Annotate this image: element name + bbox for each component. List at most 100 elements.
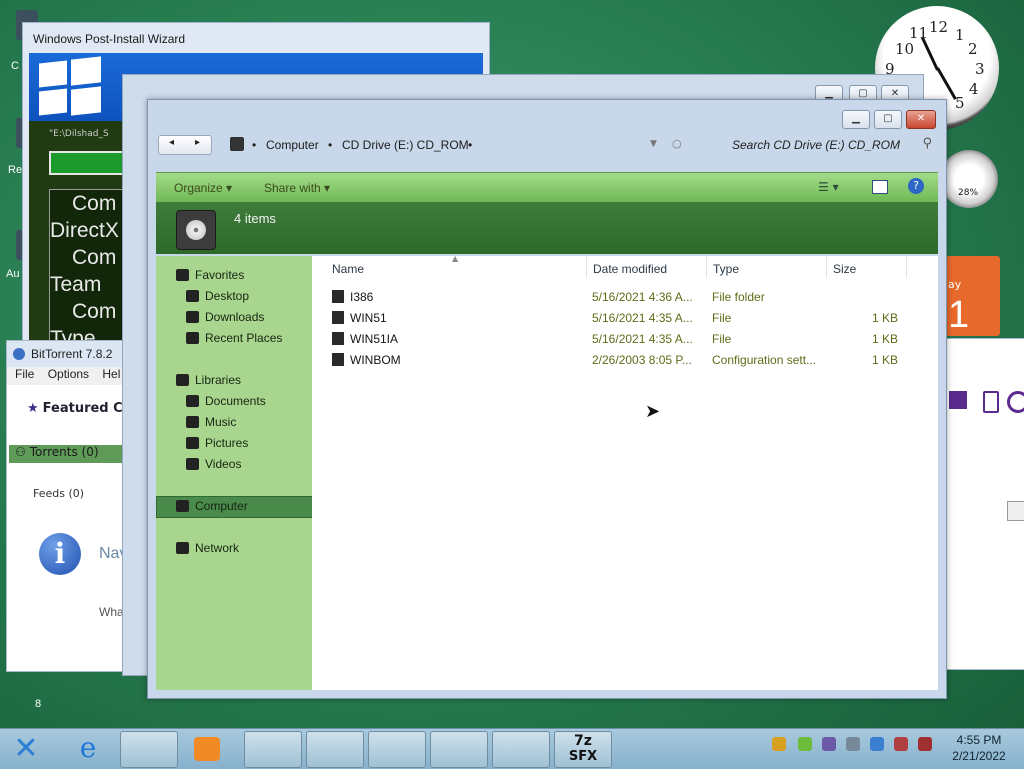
clock-hour-hand (920, 36, 939, 71)
organize-button[interactable]: Organize ▾ (174, 181, 232, 195)
cd-drive-small-icon (230, 137, 244, 151)
gear-icon[interactable] (1007, 391, 1024, 413)
clock-number: 10 (895, 40, 915, 58)
star-icon: ★ (27, 401, 39, 416)
forward-arrow-icon[interactable]: ▸ (195, 137, 200, 148)
music-icon (186, 416, 199, 428)
nav-recent-places[interactable]: Recent Places (186, 331, 282, 345)
clock-number: 12 (929, 18, 949, 36)
tray-icon[interactable] (822, 737, 836, 751)
device-icon[interactable] (983, 391, 999, 413)
start-button[interactable]: ✕ (8, 731, 44, 767)
refresh-icon[interactable]: ○ (672, 137, 682, 150)
sfx-bottom: SFX (568, 749, 598, 764)
search-icon[interactable]: ⚲ (922, 136, 932, 151)
taskbar-security-button[interactable] (244, 731, 302, 768)
tray-icon[interactable] (870, 737, 884, 751)
column-separator[interactable] (706, 256, 707, 278)
column-size[interactable]: Size (833, 262, 856, 276)
nav-music[interactable]: Music (186, 415, 236, 429)
preview-pane-icon[interactable] (872, 180, 888, 194)
column-name[interactable]: Name (332, 262, 364, 276)
file-size: 1 KB (871, 353, 898, 367)
breadcrumb-computer[interactable]: Computer (266, 138, 319, 152)
media-player-icon[interactable] (194, 737, 220, 761)
calendar-gadget[interactable]: ay 1 (946, 256, 1000, 336)
internet-explorer-icon[interactable]: e (72, 732, 104, 764)
file-name: WINBOM (350, 353, 401, 367)
command-bar: Organize ▾ Share with ▾ ☰ ▾ ? (156, 172, 938, 203)
list-view-icon[interactable] (949, 391, 967, 409)
nav-favorites[interactable]: Favorites (176, 268, 244, 282)
back-arrow-icon[interactable]: ◂ (169, 137, 174, 148)
file-icon (332, 311, 344, 324)
desktop-number: 8 (35, 698, 42, 710)
folder-icon (332, 290, 344, 303)
pictures-icon (186, 437, 199, 449)
view-options-icon[interactable]: ☰ ▾ (818, 180, 839, 194)
computer-icon (176, 500, 189, 512)
item-count: 4 items (234, 211, 276, 226)
file-size: 1 KB (871, 311, 898, 325)
background-window-right[interactable] (944, 338, 1024, 670)
nav-downloads[interactable]: Downloads (186, 310, 264, 324)
table-row[interactable]: WINBOM 2/26/2003 8:05 P... Configuration… (326, 353, 926, 373)
table-row[interactable]: WIN51IA 5/16/2021 4:35 A... File 1 KB (326, 332, 926, 352)
nav-libraries[interactable]: Libraries (176, 373, 241, 387)
close-button[interactable]: ✕ (906, 110, 936, 129)
explorer-window[interactable]: ▁ ▢ ✕ ◂ ▸ • Computer • CD Drive (E:) CD_… (147, 99, 947, 699)
column-type[interactable]: Type (713, 262, 739, 276)
tray-icon[interactable] (846, 737, 860, 751)
table-row[interactable]: I386 5/16/2021 4:36 A... File folder (326, 290, 926, 310)
tray-icon[interactable] (772, 737, 786, 751)
nav-pictures[interactable]: Pictures (186, 436, 248, 450)
tray-icon[interactable] (798, 737, 812, 751)
nav-videos[interactable]: Videos (186, 457, 241, 471)
breadcrumb-cd-drive[interactable]: CD Drive (E:) CD_ROM (342, 138, 469, 152)
clock-number: 5 (955, 94, 965, 112)
address-dropdown-icon[interactable]: ▼ (650, 139, 657, 149)
system-clock[interactable]: 4:55 PM 2/21/2022 (944, 732, 1014, 764)
taskbar-bittorrent-button[interactable] (430, 731, 488, 768)
column-separator[interactable] (826, 256, 827, 278)
search-input[interactable]: Search CD Drive (E:) CD_ROM (732, 138, 900, 152)
featured-item[interactable]: ★ Featured Co (27, 401, 132, 416)
nav-desktop[interactable]: Desktop (186, 289, 249, 303)
breadcrumb-separator: • (468, 138, 473, 152)
taskbar-7z-sfx-button[interactable]: 7z SFX (554, 731, 612, 768)
torrents-icon: ⚇ (15, 445, 26, 459)
column-date-modified[interactable]: Date modified (593, 262, 667, 276)
tray-icon[interactable] (894, 737, 908, 751)
videos-icon (186, 458, 199, 470)
taskbar-skype-button[interactable] (492, 731, 550, 768)
nav-documents[interactable]: Documents (186, 394, 266, 408)
file-icon (332, 332, 344, 345)
cd-drive-icon (176, 210, 216, 250)
meter-value: 28% (958, 188, 979, 198)
table-row[interactable]: WIN51 5/16/2021 4:35 A... File 1 KB (326, 311, 926, 331)
feeds-item[interactable]: Feeds (0) (33, 487, 84, 500)
nav-computer[interactable]: Computer (176, 499, 248, 513)
dropdown-button[interactable] (1007, 501, 1024, 521)
sort-arrow-icon: ▲ (452, 254, 459, 263)
minimize-button[interactable]: ▁ (842, 110, 870, 129)
maximize-button[interactable]: ▢ (874, 110, 902, 129)
menu-options[interactable]: Options (48, 367, 89, 381)
menu-file[interactable]: File (15, 367, 34, 381)
file-type: File (712, 311, 732, 325)
file-type: Configuration sett... (712, 353, 817, 367)
nav-network[interactable]: Network (176, 541, 239, 555)
taskbar-mixer-button[interactable] (368, 731, 426, 768)
share-with-button[interactable]: Share with ▾ (264, 181, 330, 195)
back-forward-buttons[interactable]: ◂ ▸ (158, 135, 212, 155)
taskbar-wizard-button[interactable] (306, 731, 364, 768)
column-separator[interactable] (586, 256, 587, 278)
taskbar-explorer-button[interactable] (120, 731, 178, 768)
help-icon[interactable]: ? (908, 178, 924, 194)
cpu-meter-gadget[interactable]: 28% (940, 150, 998, 208)
menu-help[interactable]: Hel (102, 367, 120, 381)
volume-icon[interactable] (918, 737, 932, 751)
column-separator[interactable] (906, 256, 907, 278)
calendar-day: 1 (948, 294, 970, 336)
desktop-icon-label: Au (6, 268, 20, 280)
